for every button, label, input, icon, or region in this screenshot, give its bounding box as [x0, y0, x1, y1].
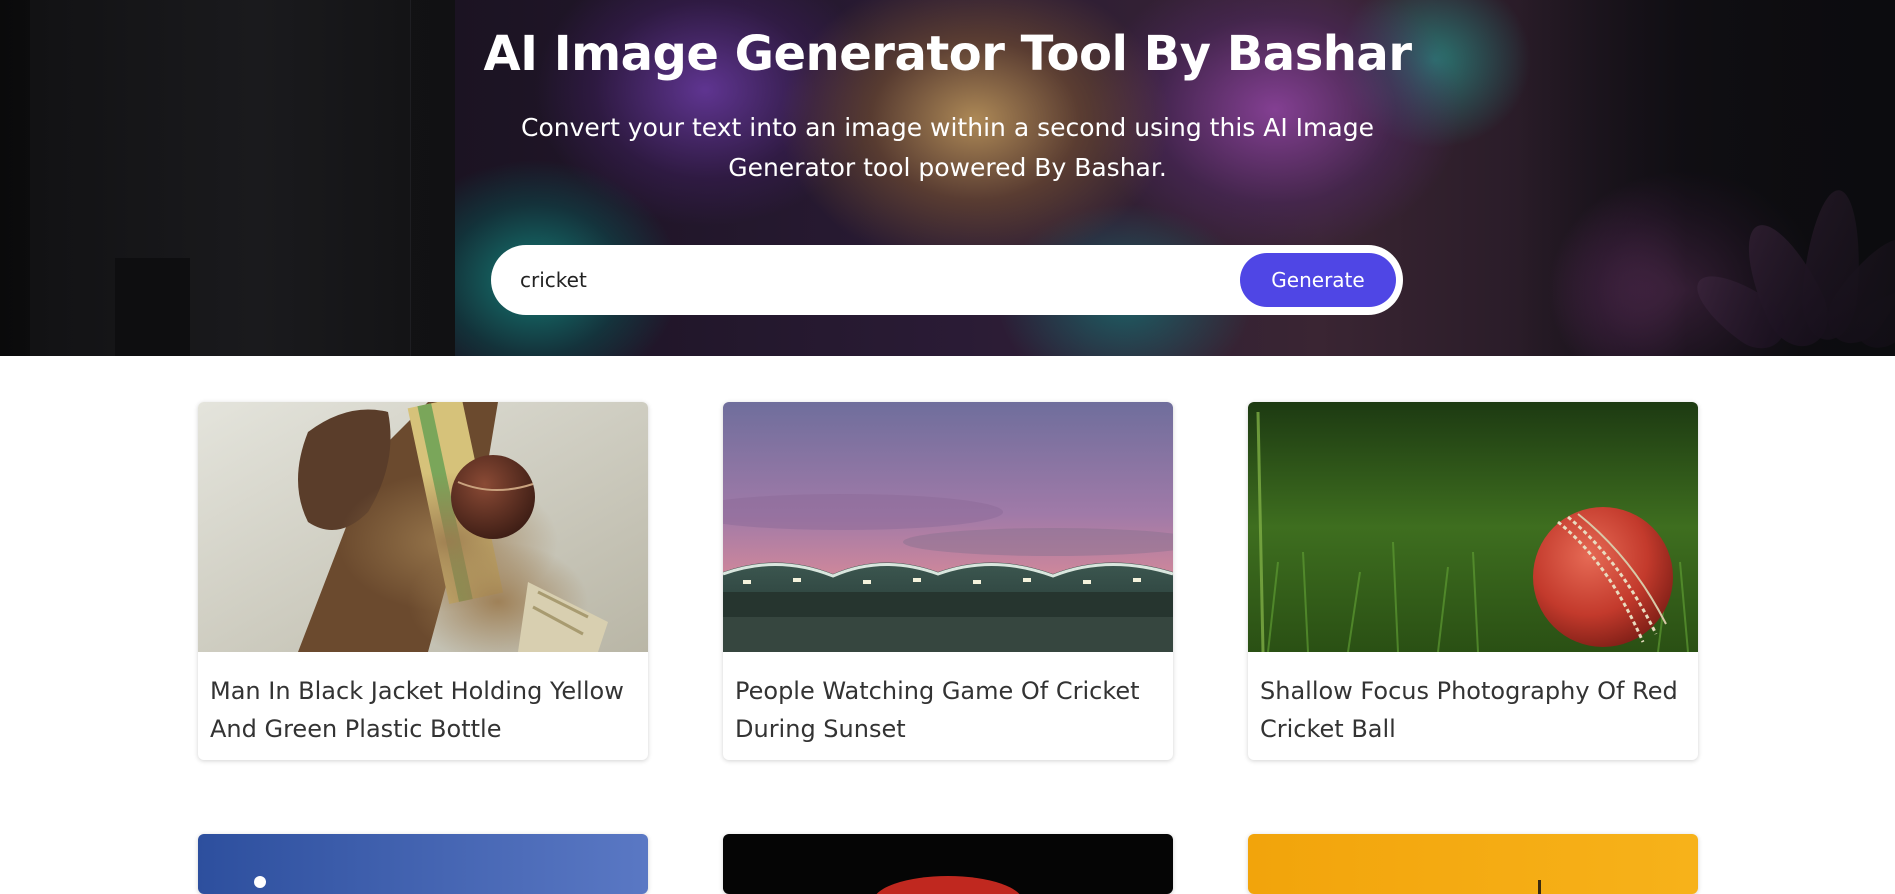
image-card-5[interactable]: [723, 834, 1173, 894]
prompt-input[interactable]: [518, 259, 1210, 301]
page-subtitle: Convert your text into an image within a…: [521, 113, 1374, 182]
image-card-4[interactable]: [198, 834, 648, 894]
card-1-image: [198, 402, 648, 652]
prompt-form: Generate: [491, 245, 1403, 315]
page-title: AI Image Generator Tool By Bashar: [483, 26, 1412, 82]
card-4-image: [198, 834, 648, 894]
image-gallery: Man In Black Jacket Holding Yellow And G…: [0, 356, 1895, 894]
image-card-3[interactable]: Shallow Focus Photography Of Red Cricket…: [1248, 402, 1698, 760]
hero-banner: AI Image Generator Tool By Bashar Conver…: [0, 0, 1895, 356]
image-card-6[interactable]: [1248, 834, 1698, 894]
card-3-caption: Shallow Focus Photography Of Red Cricket…: [1260, 677, 1678, 743]
card-5-image: [723, 834, 1173, 894]
card-6-image: [1248, 834, 1698, 894]
card-2-image: [723, 402, 1173, 652]
image-card-2[interactable]: People Watching Game Of Cricket During S…: [723, 402, 1173, 760]
card-2-caption: People Watching Game Of Cricket During S…: [735, 677, 1140, 743]
card-1-caption: Man In Black Jacket Holding Yellow And G…: [210, 677, 624, 743]
generate-button[interactable]: Generate: [1240, 253, 1396, 307]
image-card-1[interactable]: Man In Black Jacket Holding Yellow And G…: [198, 402, 648, 760]
card-3-image: [1248, 402, 1698, 652]
